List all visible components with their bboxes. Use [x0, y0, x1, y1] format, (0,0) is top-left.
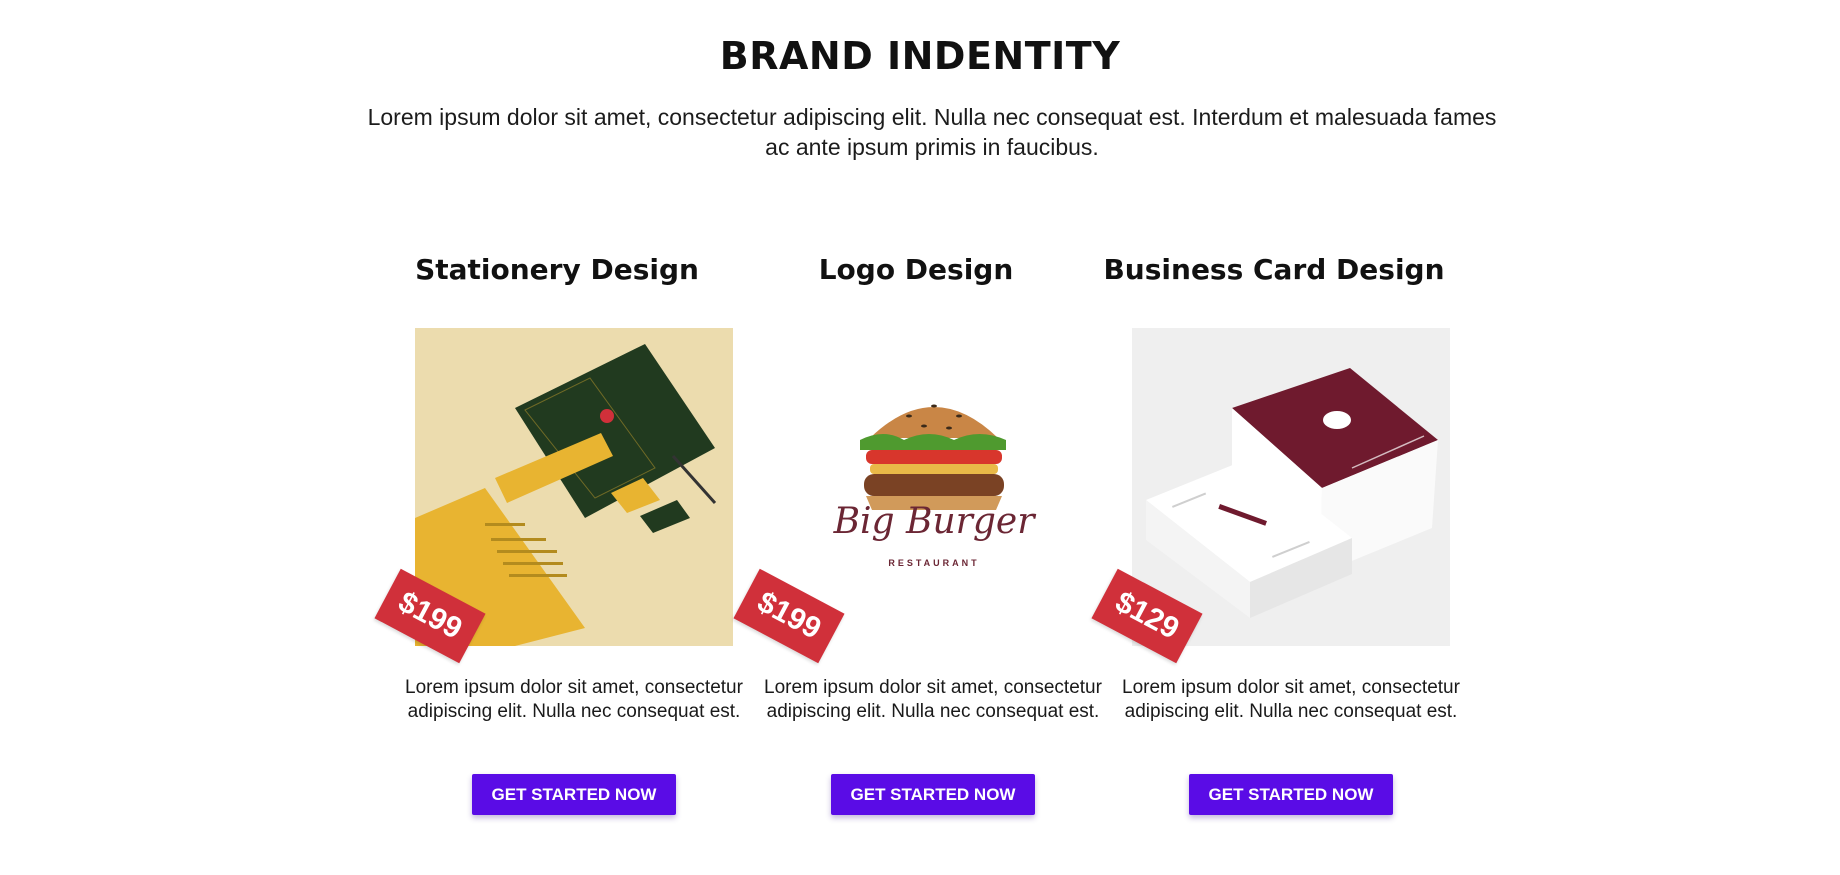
section-intro: Lorem ipsum dolor sit amet, consectetur …	[367, 104, 1497, 160]
section-title: BRAND INDENTITY	[719, 34, 1121, 78]
get-started-button[interactable]: GET STARTED NOW	[1189, 774, 1393, 815]
get-started-button[interactable]: GET STARTED NOW	[831, 774, 1035, 815]
card-title: Stationery Design	[415, 253, 699, 286]
service-card-stationery: Stationery Design $199 Lorem ipsum dolor…	[374, 250, 743, 815]
card-title: Logo Design	[818, 253, 1014, 286]
card-title: Business Card Design	[1103, 253, 1445, 286]
get-started-button[interactable]: GET STARTED NOW	[472, 774, 676, 815]
logo-tagline: RESTAURANT	[888, 558, 979, 568]
card-description: Lorem ipsum dolor sit amet, consectetur …	[405, 677, 743, 722]
stationery-mockup-image	[415, 328, 733, 646]
service-card-logo: Logo Design Big Burger RESTAURANT $199 L…	[733, 250, 1102, 815]
card-description: Lorem ipsum dolor sit amet, consectetur …	[1122, 677, 1460, 722]
logo-name: Big Burger	[833, 501, 1037, 542]
service-card-business-card: Business Card Design $129 Lorem ipsum do…	[1091, 250, 1460, 815]
business-card-mockup-image	[1132, 328, 1450, 646]
card-description: Lorem ipsum dolor sit amet, consectetur …	[764, 677, 1102, 722]
burger-logo-image: Big Burger RESTAURANT	[774, 328, 1092, 646]
